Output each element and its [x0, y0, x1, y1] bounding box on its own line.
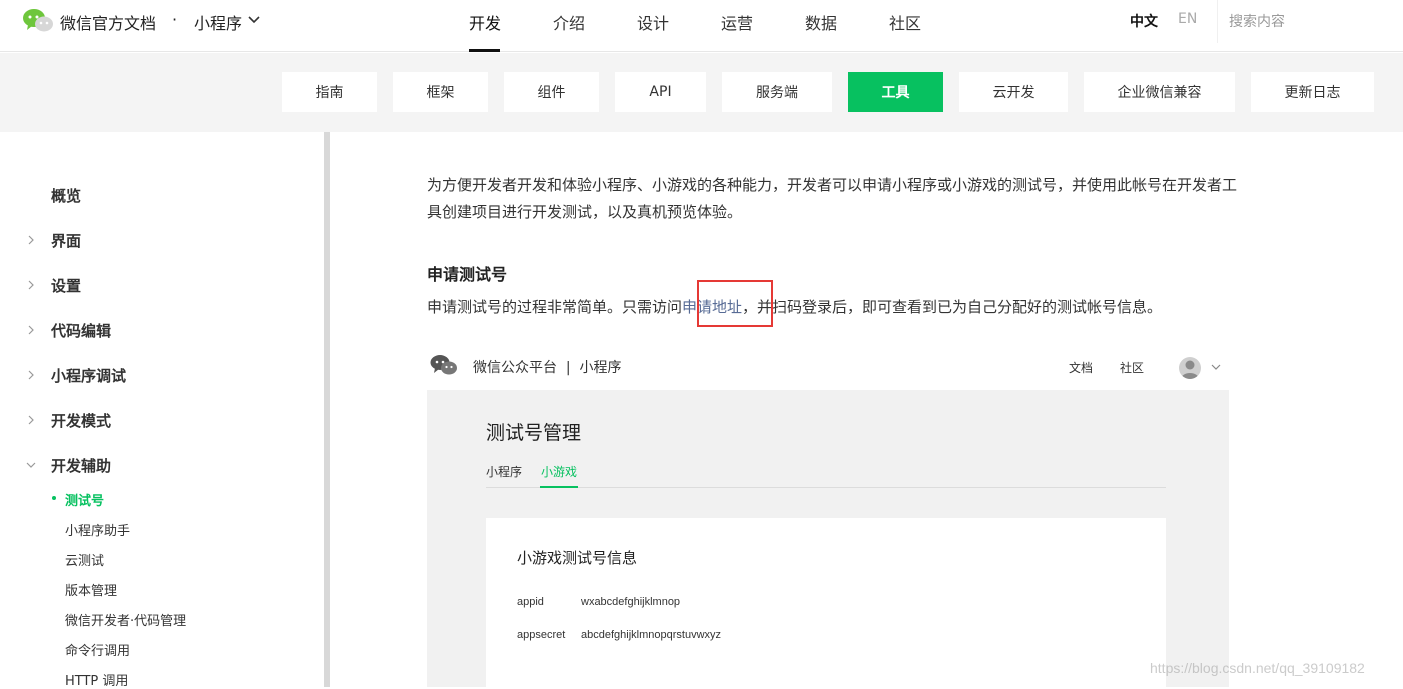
embedded-community-link: 社区 [1120, 361, 1145, 375]
section-paragraph: 申请测试号的过程非常简单。只需访问申请地址，并扫码登录后，即可查看到已为自己分配… [427, 296, 1162, 317]
field-value-appid: wxabcdefghijklmnop [581, 596, 681, 608]
sidebar-sub-test-account[interactable]: 测试号 [65, 490, 104, 509]
sidebar-item-code-edit[interactable]: 代码编辑 [51, 320, 111, 341]
intro-paragraph: 为方便开发者开发和体验小程序、小游戏的各种能力，开发者可以申请小程序或小游戏的测… [427, 176, 1238, 221]
sidebar-sub-assistant[interactable]: 小程序助手 [65, 520, 130, 539]
brand-separator: · [172, 10, 178, 29]
sidebar-sub-cloud-test[interactable]: 云测试 [65, 550, 104, 569]
sidebar-sub-http[interactable]: HTTP 调用 [65, 670, 128, 689]
chevron-right-icon[interactable] [26, 370, 36, 380]
avatar [1179, 357, 1201, 379]
secondary-tabs: 指南 框架 组件 API 服务端 工具 云开发 企业微信兼容 更新日志 [0, 53, 1403, 132]
sidebar-sub-code-manage[interactable]: 微信开发者·代码管理 [65, 610, 186, 629]
chevron-down-icon[interactable] [26, 460, 36, 470]
tab-framework[interactable]: 框架 [393, 72, 488, 112]
field-value-appsecret: abcdefghijklmnopqrstuvwxyz [581, 629, 722, 641]
section-heading: 申请测试号 [427, 265, 508, 284]
sidebar-item-interface[interactable]: 界面 [51, 230, 81, 251]
sidebar [0, 132, 324, 687]
tab-wecom[interactable]: 企业微信兼容 [1084, 72, 1235, 112]
nav-active-indicator [469, 49, 500, 52]
sidebar-sub-cli[interactable]: 命令行调用 [65, 640, 130, 659]
tab-api[interactable]: API [615, 72, 706, 112]
sidebar-item-overview[interactable]: 概览 [51, 185, 81, 206]
chevron-right-icon[interactable] [26, 280, 36, 290]
tab-server[interactable]: 服务端 [722, 72, 832, 112]
tab-cloud[interactable]: 云开发 [959, 72, 1068, 112]
product-selector[interactable]: 小程序 [194, 10, 242, 34]
field-label-appsecret: appsecret [517, 629, 566, 641]
nav-community[interactable]: 社区 [889, 10, 921, 34]
embedded-brand: 微信公众平台 | 小程序 [473, 360, 622, 376]
nav-intro[interactable]: 介绍 [553, 10, 585, 34]
embedded-page-title: 测试号管理 [486, 422, 582, 444]
sidebar-item-settings[interactable]: 设置 [51, 275, 81, 296]
tab-tools[interactable]: 工具 [848, 72, 943, 112]
sidebar-item-debug[interactable]: 小程序调试 [51, 365, 126, 386]
embedded-tab-indicator [540, 486, 578, 488]
top-navigation-bar: 微信官方文档 · 小程序 开发 介绍 设计 运营 数据 社区 中文 EN [0, 0, 1403, 52]
chevron-down-icon [1211, 364, 1221, 370]
site-brand[interactable]: 微信官方文档 [60, 10, 156, 34]
embedded-tab-miniprogram: 小程序 [486, 465, 523, 479]
sidebar-item-dev-mode[interactable]: 开发模式 [51, 410, 111, 431]
search-input[interactable] [1217, 0, 1403, 43]
wechat-logo-icon[interactable] [22, 8, 54, 34]
nav-dev[interactable]: 开发 [469, 10, 501, 34]
embedded-tab-divider [486, 487, 1166, 488]
tab-guide[interactable]: 指南 [282, 72, 377, 112]
user-icon [1181, 360, 1199, 379]
sidebar-sub-version[interactable]: 版本管理 [65, 580, 117, 599]
chevron-right-icon[interactable] [26, 415, 36, 425]
nav-data[interactable]: 数据 [805, 10, 837, 34]
section-text-before: 申请测试号的过程非常简单。只需访问 [427, 298, 683, 316]
tab-components[interactable]: 组件 [504, 72, 599, 112]
watermark: https://blog.csdn.net/qq_39109182 [1150, 660, 1365, 676]
sidebar-item-dev-assist[interactable]: 开发辅助 [51, 455, 111, 476]
wechat-logo-icon [430, 355, 457, 375]
lang-zh-button[interactable]: 中文 [1130, 11, 1158, 31]
field-label-appid: appid [517, 596, 544, 608]
section-text-after: ，并扫码登录后，即可查看到已为自己分配好的测试帐号信息。 [742, 298, 1163, 316]
active-dot-icon [52, 496, 56, 500]
sidebar-scrollbar[interactable] [324, 132, 330, 687]
chevron-right-icon[interactable] [26, 235, 36, 245]
tab-changelog[interactable]: 更新日志 [1251, 72, 1374, 112]
nav-operation[interactable]: 运营 [721, 10, 753, 34]
highlight-annotation-box [697, 280, 773, 327]
nav-design[interactable]: 设计 [637, 10, 669, 34]
embedded-doc-link: 文档 [1069, 361, 1094, 375]
chevron-right-icon[interactable] [26, 325, 36, 335]
chevron-down-icon[interactable] [247, 13, 261, 27]
card-title: 小游戏测试号信息 [517, 549, 638, 567]
embedded-tab-minigame: 小游戏 [541, 465, 578, 479]
lang-en-button[interactable]: EN [1178, 11, 1197, 27]
